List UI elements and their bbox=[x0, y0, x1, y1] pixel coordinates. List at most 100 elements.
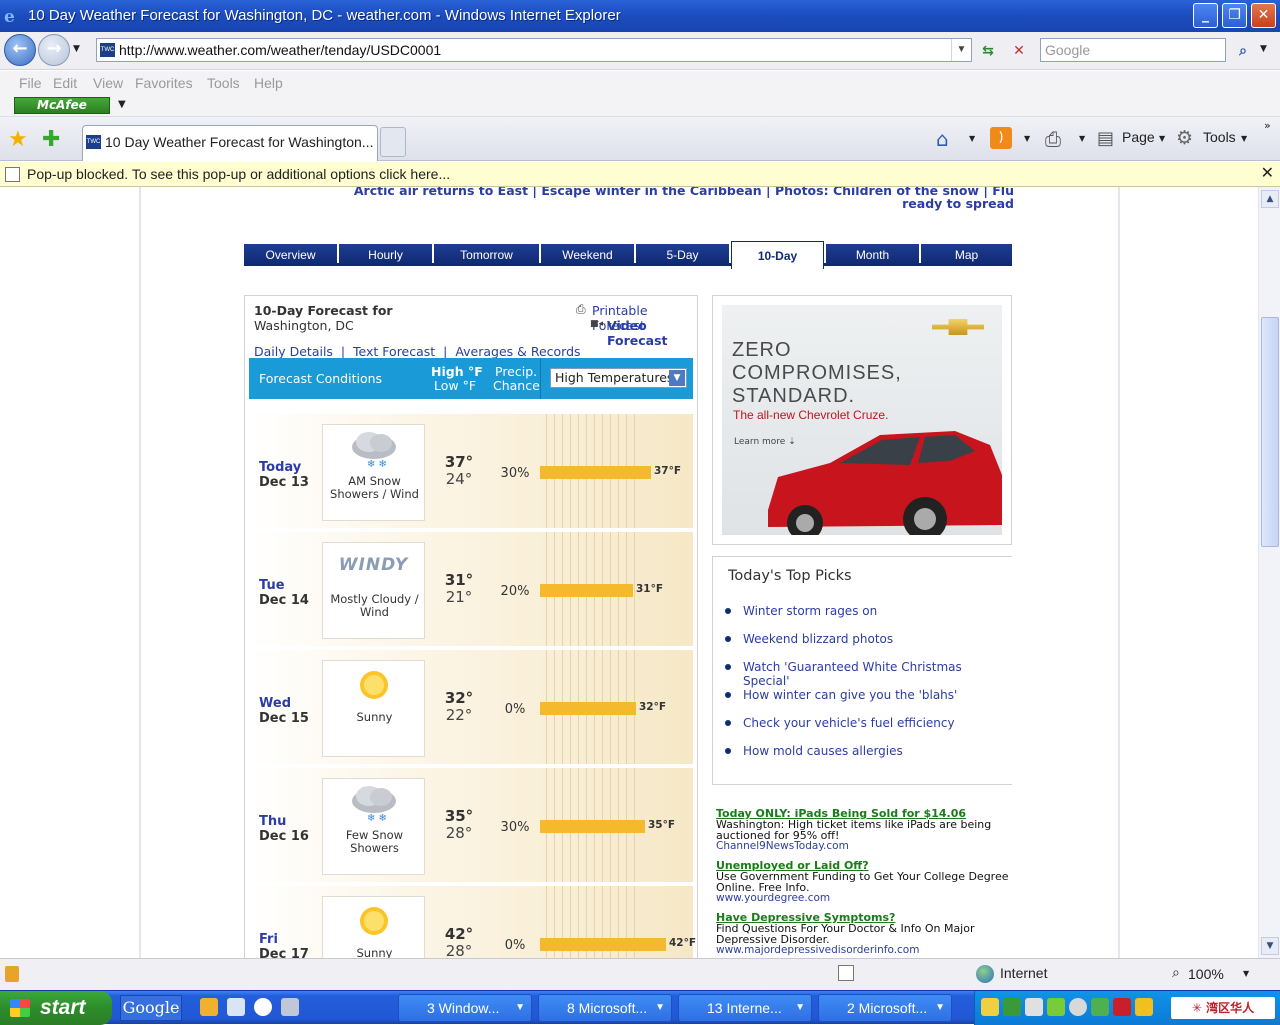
tab-hourly[interactable]: Hourly bbox=[339, 244, 432, 266]
chevrolet-ad-image[interactable]: ZERO COMPROMISES, STANDARD. The all-new Ch… bbox=[722, 305, 1002, 535]
forecast-day-row[interactable]: Tue Dec 14 WINDY Mostly Cloudy / Wind 31° 21°… bbox=[249, 532, 693, 646]
taskbar-ie-group[interactable]: 13 Interne... ▼ bbox=[678, 994, 812, 1022]
search-icon[interactable]: ⌕ bbox=[1231, 40, 1255, 62]
tab-weather[interactable]: TWC 10 Day Weather Forecast for Washingt… bbox=[82, 125, 378, 161]
tray-banner[interactable]: ✳ 湾区华人 bbox=[1171, 997, 1275, 1019]
scroll-down-icon[interactable]: ▼ bbox=[1261, 937, 1279, 955]
averages-records-link[interactable]: Averages & Records bbox=[455, 344, 580, 359]
tray-icon[interactable] bbox=[1003, 998, 1021, 1016]
tray-icon[interactable] bbox=[1113, 998, 1131, 1016]
tab-10-day[interactable]: 10-Day bbox=[731, 241, 824, 269]
close-window-button[interactable]: ✕ bbox=[1251, 3, 1276, 28]
popup-blocked-bar[interactable]: Pop-up blocked. To see this pop-up or ad… bbox=[0, 162, 1280, 187]
recent-pages-dropdown-icon[interactable]: ▼ bbox=[73, 44, 80, 54]
forecast-day-name[interactable]: Wed bbox=[259, 696, 291, 711]
feeds-dropdown-icon[interactable]: ▼ bbox=[1024, 134, 1030, 143]
sponsored-link[interactable]: Today ONLY: iPads Being Sold for $14.06 W… bbox=[716, 808, 1011, 852]
tab-tomorrow[interactable]: Tomorrow bbox=[434, 244, 539, 266]
tray-icon[interactable] bbox=[1047, 998, 1065, 1016]
tray-icon[interactable] bbox=[1025, 998, 1043, 1016]
stop-icon[interactable]: ✕ bbox=[1007, 40, 1031, 62]
print-icon[interactable]: ⎙ bbox=[1045, 127, 1061, 151]
menu-help[interactable]: Help bbox=[254, 75, 283, 91]
start-button[interactable]: start bbox=[0, 991, 112, 1025]
google-toolbar-button[interactable]: Google bbox=[120, 995, 182, 1021]
url-dropdown-icon[interactable]: ▼ bbox=[951, 39, 971, 61]
window-title-bar[interactable]: e 10 Day Weather Forecast for Washington… bbox=[0, 0, 1280, 32]
close-info-bar-icon[interactable]: ✕ bbox=[1261, 162, 1274, 186]
daily-details-link[interactable]: Daily Details bbox=[254, 344, 333, 359]
menu-favorites[interactable]: Favorites bbox=[135, 75, 193, 91]
tray-icon[interactable] bbox=[1135, 998, 1153, 1016]
home-icon[interactable]: ⌂ bbox=[936, 127, 949, 151]
top-pick-link[interactable]: Weekend blizzard photos bbox=[725, 632, 893, 646]
page-menu-button[interactable]: Page bbox=[1122, 129, 1155, 145]
text-forecast-link[interactable]: Text Forecast bbox=[353, 344, 435, 359]
outlook-quicklaunch-icon[interactable] bbox=[200, 998, 218, 1016]
chart-type-select[interactable]: High Temperatures ▼ bbox=[550, 368, 687, 388]
security-icon[interactable] bbox=[5, 966, 19, 982]
top-pick-link[interactable]: How winter can give you the 'blahs' bbox=[725, 688, 957, 702]
chevron-more-icon[interactable]: » bbox=[1264, 119, 1271, 132]
desktop-quicklaunch-icon[interactable] bbox=[281, 998, 299, 1016]
tools-menu-button[interactable]: Tools bbox=[1203, 129, 1236, 145]
headline-link[interactable]: Escape winter in the Caribbean bbox=[541, 187, 761, 198]
vertical-scrollbar[interactable]: ▲ ▼ bbox=[1258, 187, 1280, 958]
add-favorite-icon[interactable]: ✚ bbox=[42, 127, 60, 152]
app-quicklaunch-icon[interactable] bbox=[227, 998, 245, 1016]
maximize-button[interactable]: ❐ bbox=[1222, 3, 1247, 28]
menu-tools[interactable]: Tools bbox=[207, 75, 240, 91]
taskbar-outlook-group[interactable]: 8 Microsoft... ▼ bbox=[538, 994, 672, 1022]
tab-overview[interactable]: Overview bbox=[244, 244, 337, 266]
scroll-thumb[interactable] bbox=[1261, 317, 1279, 547]
forecast-day-row[interactable]: Thu Dec 16 ❄ ❄ Few Snow Showers 35° 28° 30% 35°… bbox=[249, 768, 693, 882]
home-dropdown-icon[interactable]: ▼ bbox=[969, 134, 975, 143]
forecast-day-name[interactable]: Thu bbox=[259, 814, 286, 829]
taskbar-excel-group[interactable]: 2 Microsoft... ▼ bbox=[818, 994, 952, 1022]
refresh-icon[interactable]: ⇆ bbox=[976, 40, 1000, 62]
zoom-dropdown-icon[interactable]: ▼ bbox=[1243, 969, 1249, 978]
taskbar-windows-group[interactable]: 3 Window... ▼ bbox=[398, 994, 532, 1022]
tab-month[interactable]: Month bbox=[826, 244, 919, 266]
mcafee-dropdown-icon[interactable]: ▼ bbox=[118, 99, 126, 110]
back-button[interactable]: ← bbox=[4, 34, 36, 66]
headline-link[interactable]: Arctic air returns to East bbox=[354, 187, 528, 198]
menu-file[interactable]: File bbox=[19, 75, 42, 91]
forward-button[interactable]: → bbox=[38, 34, 70, 66]
zoom-level[interactable]: 100% bbox=[1188, 966, 1224, 982]
forecast-day-name[interactable]: Today bbox=[259, 460, 301, 475]
forecast-day-name[interactable]: Tue bbox=[259, 578, 285, 593]
tray-icon[interactable] bbox=[1091, 998, 1109, 1016]
tab-map[interactable]: Map bbox=[921, 244, 1012, 266]
video-forecast-link[interactable]: Video Forecast bbox=[607, 318, 697, 348]
sponsored-link[interactable]: Have Depressive Symptoms? Find Questions … bbox=[716, 912, 1011, 956]
top-pick-link[interactable]: Winter storm rages on bbox=[725, 604, 877, 618]
popup-blocked-status-icon[interactable] bbox=[838, 965, 854, 981]
menu-edit[interactable]: Edit bbox=[53, 75, 77, 91]
print-dropdown-icon[interactable]: ▼ bbox=[1079, 134, 1085, 143]
sponsored-link[interactable]: Unemployed or Laid Off? Use Government Fu… bbox=[716, 860, 1011, 904]
top-pick-link[interactable]: How mold causes allergies bbox=[725, 744, 903, 758]
mcafee-button[interactable]: McAfee bbox=[14, 97, 110, 114]
tab-5-day[interactable]: 5-Day bbox=[636, 244, 729, 266]
menu-view[interactable]: View bbox=[93, 75, 123, 91]
minimize-button[interactable]: _ bbox=[1193, 3, 1218, 28]
tools-dropdown-icon[interactable]: ▼ bbox=[1241, 134, 1247, 143]
forecast-day-row[interactable]: Wed Dec 15 Sunny 32° 22° 0% 32°F bbox=[249, 650, 693, 764]
search-options-icon[interactable]: ▼ bbox=[1260, 44, 1267, 54]
forecast-day-row[interactable]: Today Dec 13 ❄ ❄ AM Snow Showers / Wind 37° 2… bbox=[249, 414, 693, 528]
search-input[interactable]: Google bbox=[1040, 38, 1226, 62]
forecast-day-row[interactable]: Fri Dec 17 Sunny 42° 28° 0% 42°F bbox=[249, 886, 696, 958]
url-input[interactable]: TWC http://www.weather.com/weather/tenda… bbox=[96, 38, 972, 62]
tray-icon[interactable] bbox=[1069, 998, 1087, 1016]
tray-icon[interactable] bbox=[981, 998, 999, 1016]
forecast-day-name[interactable]: Fri bbox=[259, 932, 278, 947]
top-pick-link[interactable]: Check your vehicle's fuel efficiency bbox=[725, 716, 955, 730]
page-dropdown-icon[interactable]: ▼ bbox=[1159, 134, 1165, 143]
media-quicklaunch-icon[interactable] bbox=[254, 998, 272, 1016]
top-pick-link[interactable]: Watch 'Guaranteed White Christmas Specia… bbox=[725, 660, 1012, 688]
scroll-up-icon[interactable]: ▲ bbox=[1261, 190, 1279, 208]
feeds-icon[interactable]: ) bbox=[990, 127, 1012, 149]
new-tab-button[interactable] bbox=[380, 127, 406, 157]
tab-weekend[interactable]: Weekend bbox=[541, 244, 634, 266]
